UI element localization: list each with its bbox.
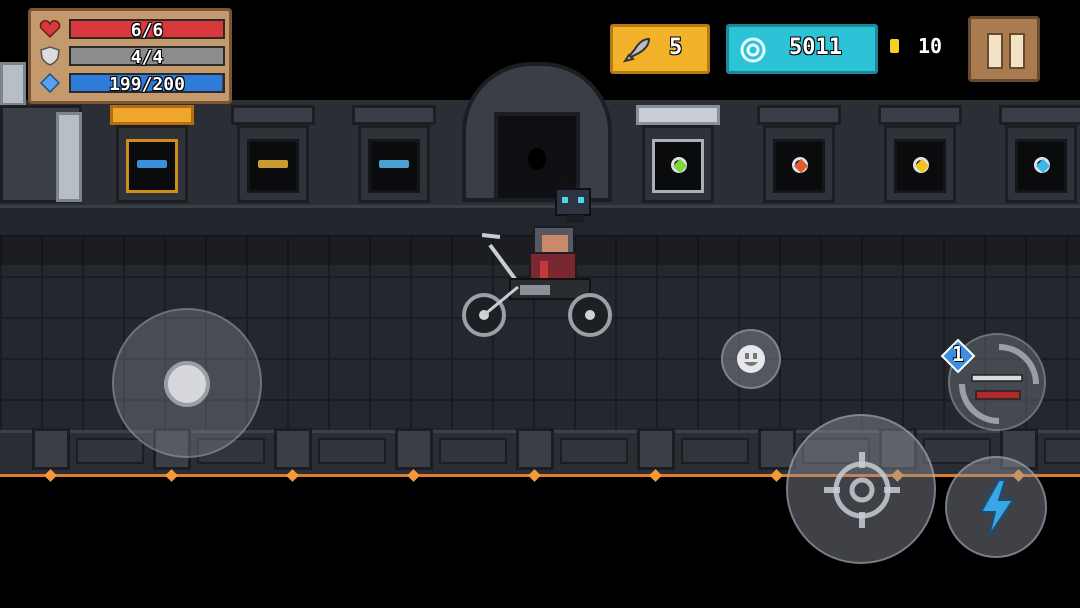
emote-button[interactable] xyxy=(721,329,781,389)
crosshair-icon xyxy=(824,452,900,528)
pause-button[interactable] xyxy=(968,16,1040,82)
pillar-top xyxy=(0,62,26,106)
skill-button[interactable] xyxy=(945,456,1047,558)
ring-pedestal-3[interactable] xyxy=(878,105,962,203)
ring-pedestal-1[interactable] xyxy=(636,105,720,203)
weapon-count: 1 xyxy=(951,342,965,366)
pause-icon xyxy=(987,33,1003,69)
armor-bar: 4/4 xyxy=(69,46,225,68)
wall-brick xyxy=(1044,438,1080,464)
armor-row: 4/4 xyxy=(39,44,227,68)
energy-row: 199/200 xyxy=(39,71,227,95)
health-bar: 6/6 xyxy=(69,19,225,41)
rifle-icon xyxy=(137,160,167,168)
energy-text: 199/200 xyxy=(109,74,185,95)
gem-count: 5011 xyxy=(789,35,842,60)
rifle-icon xyxy=(379,160,409,168)
gem-icon xyxy=(740,37,766,63)
ring-pedestal-4[interactable] xyxy=(999,105,1080,203)
wall-block xyxy=(395,428,433,470)
health-row: 6/6 xyxy=(39,17,227,41)
coin-count: 10 xyxy=(918,34,943,58)
wall-brick xyxy=(318,438,386,464)
weapon-pedestal-1[interactable] xyxy=(110,105,194,203)
stats-panel: 6/6 4/4 199/200 xyxy=(28,8,232,104)
cat-pet-icon xyxy=(554,175,591,223)
wall-brick xyxy=(681,438,749,464)
lightning-icon xyxy=(979,479,1015,537)
wall-brick xyxy=(76,438,144,464)
energy-bar: 199/200 xyxy=(69,73,225,95)
smiley-icon xyxy=(737,345,765,373)
weapon-count-badge: 1 xyxy=(940,338,976,374)
health-text: 6/6 xyxy=(130,20,164,41)
wall-block xyxy=(516,428,554,470)
weapon-pedestal-3[interactable] xyxy=(352,105,436,203)
fish-icon xyxy=(623,37,651,63)
attack-button[interactable] xyxy=(786,414,936,564)
wall-block xyxy=(637,428,675,470)
joystick-knob[interactable] xyxy=(164,361,210,407)
coin-icon xyxy=(890,39,899,53)
fish-count: 5 xyxy=(669,35,683,60)
weapon-pedestal-2[interactable] xyxy=(231,105,315,203)
wall-brick xyxy=(439,438,507,464)
fish-counter: 5 xyxy=(610,24,710,74)
pause-icon-bar xyxy=(1009,33,1025,69)
diamond-icon xyxy=(39,73,61,93)
keyhole-icon xyxy=(528,148,546,170)
pillar xyxy=(56,112,82,202)
wall-block xyxy=(274,428,312,470)
rifle-icon xyxy=(258,160,288,168)
shield-icon xyxy=(40,46,60,66)
gem-counter: 5011 xyxy=(726,24,878,74)
armor-text: 4/4 xyxy=(130,47,164,68)
wall-block xyxy=(32,428,70,470)
wall-brick xyxy=(560,438,628,464)
player-on-motorcycle-icon xyxy=(462,175,612,337)
heart-icon xyxy=(39,20,61,39)
ring-pedestal-2[interactable] xyxy=(757,105,841,203)
